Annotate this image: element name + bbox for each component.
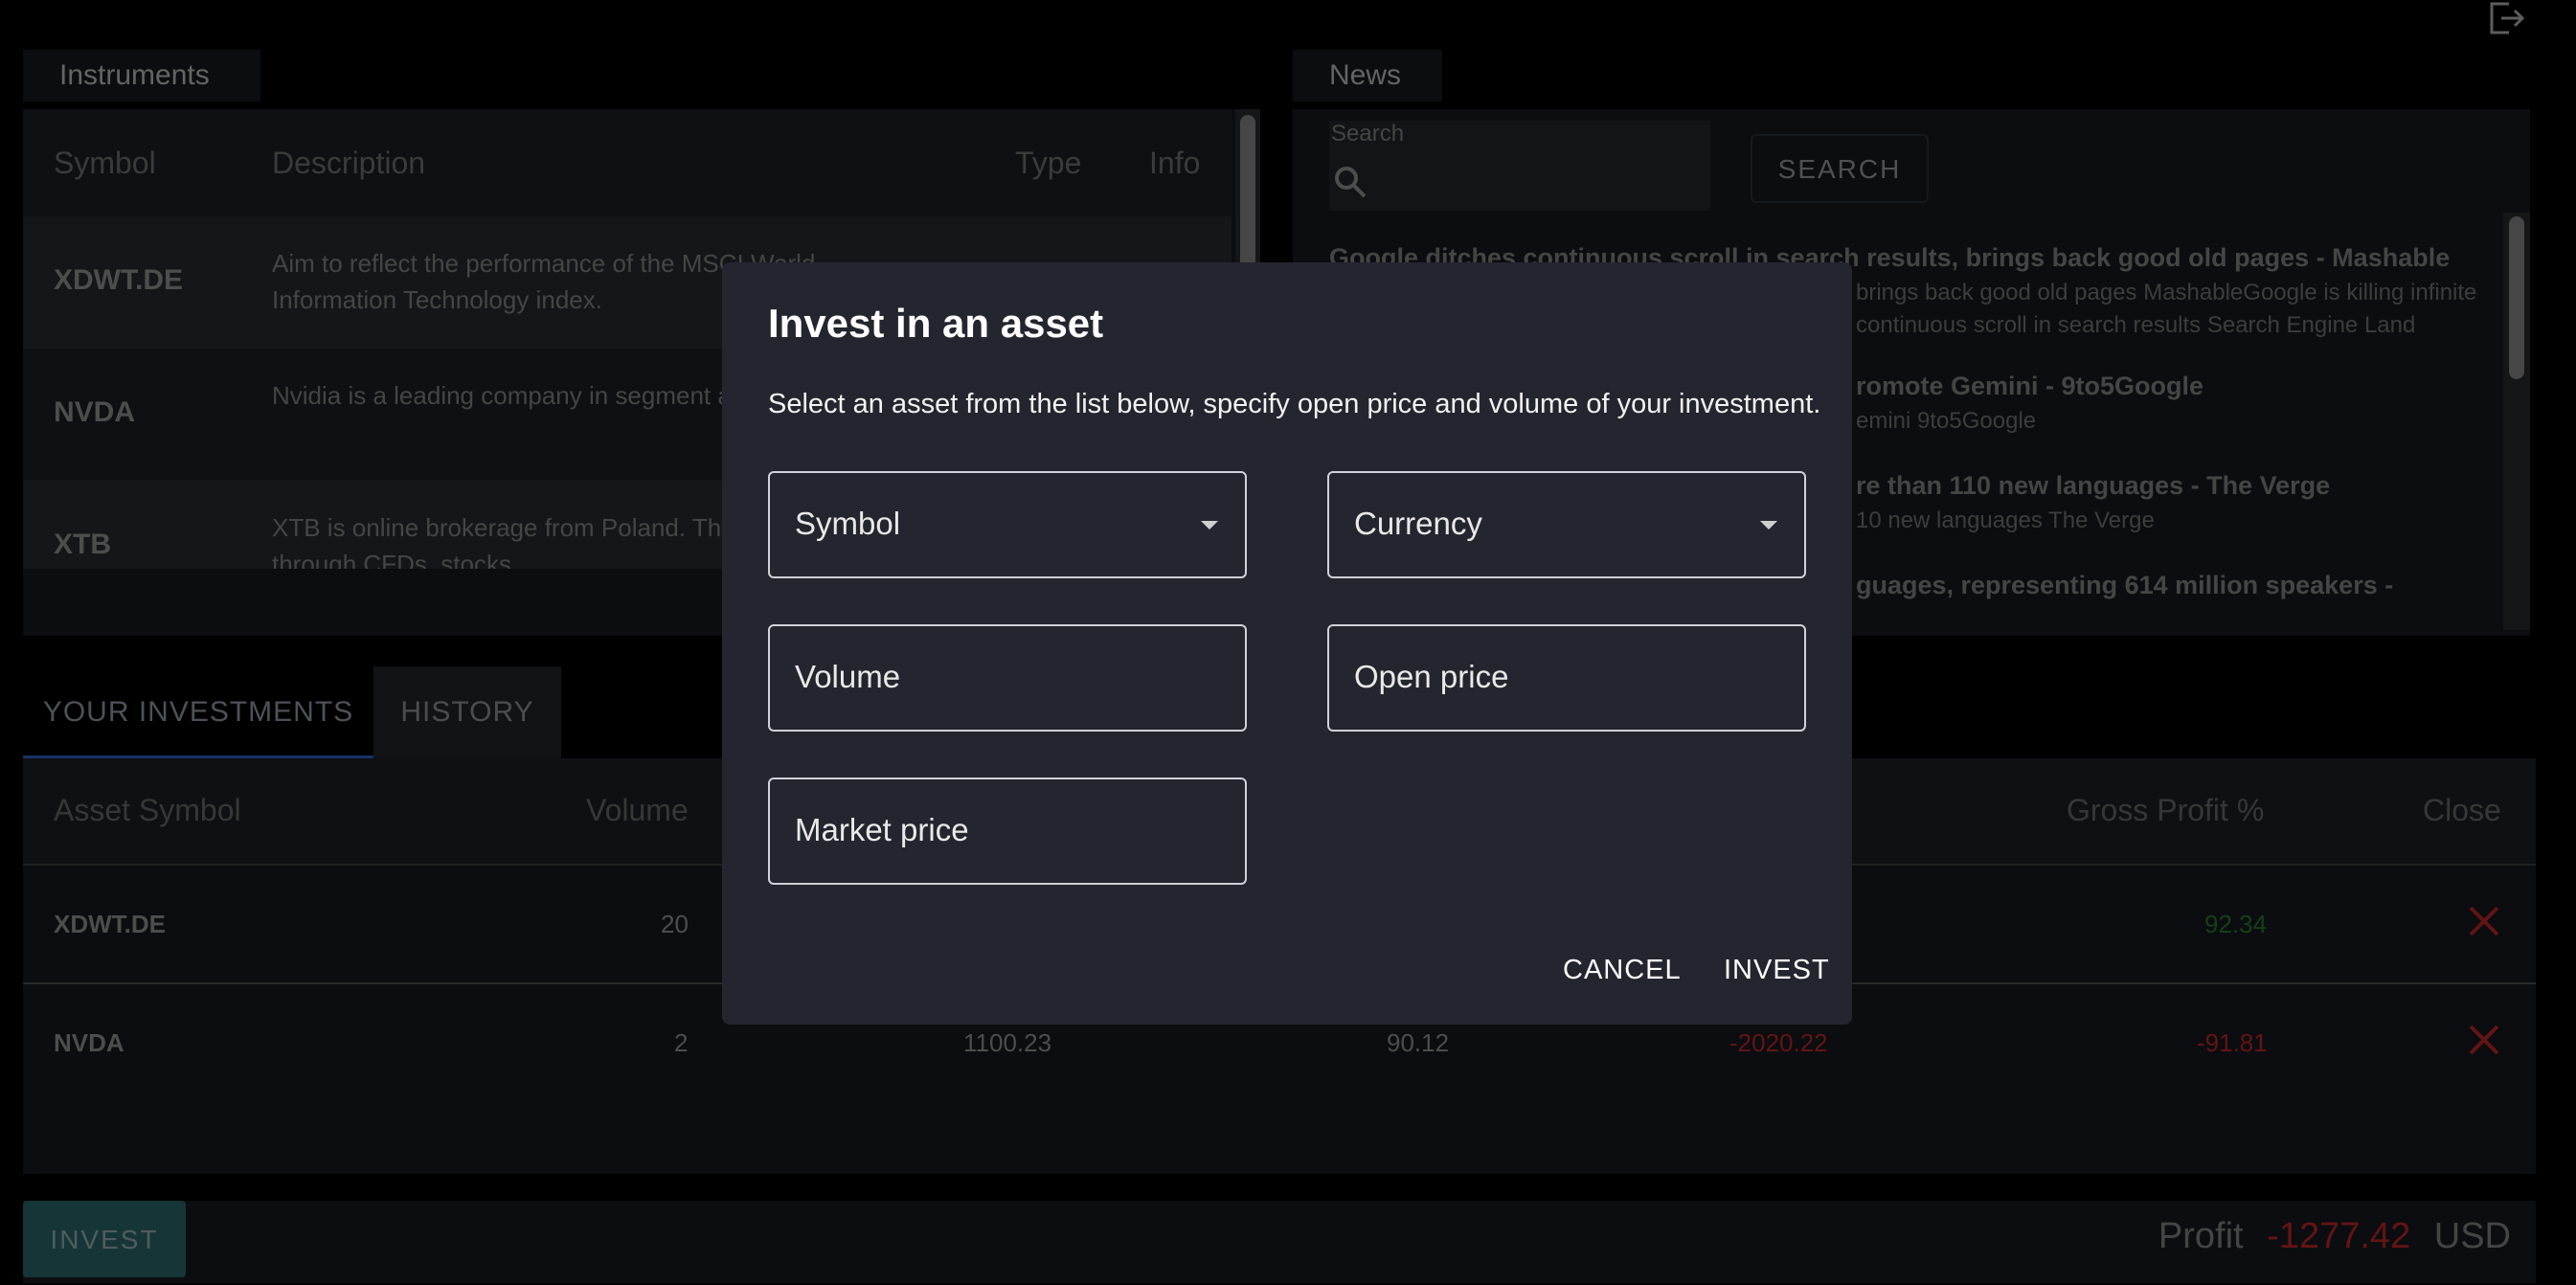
market-price-field[interactable]: Market price — [768, 778, 1247, 885]
cancel-button[interactable]: CANCEL — [1557, 954, 1687, 987]
chevron-down-icon — [1201, 521, 1218, 530]
dialog-description: Select an asset from the list below, spe… — [768, 389, 1821, 419]
confirm-invest-button[interactable]: INVEST — [1718, 954, 1836, 987]
invest-dialog: Invest in an asset Select an asset from … — [722, 262, 1852, 1025]
dialog-title: Invest in an asset — [768, 301, 1104, 346]
open-price-field[interactable]: Open price — [1327, 624, 1806, 732]
volume-field[interactable]: Volume — [768, 624, 1247, 732]
symbol-label: Symbol — [795, 506, 901, 541]
open-price-label: Open price — [1354, 659, 1509, 694]
market-price-label: Market price — [795, 812, 969, 847]
chevron-down-icon — [1760, 521, 1777, 530]
symbol-select[interactable]: Symbol — [768, 471, 1247, 578]
volume-label: Volume — [795, 659, 901, 694]
currency-select[interactable]: Currency — [1327, 471, 1806, 578]
currency-label: Currency — [1354, 506, 1482, 541]
